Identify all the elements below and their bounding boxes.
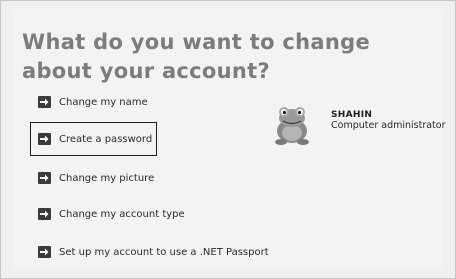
- arrow-right-icon: [38, 172, 51, 184]
- page-title: What do you want to change about your ac…: [22, 30, 371, 83]
- task-label: Set up my account to use a .NET Passport: [59, 246, 269, 258]
- task-label: Change my account type: [59, 208, 185, 220]
- frog-avatar-icon: [272, 104, 312, 146]
- task-create-password[interactable]: Create a password: [38, 131, 152, 147]
- arrow-right-icon: [38, 133, 51, 145]
- task-label: Change my picture: [59, 172, 155, 184]
- account-type-label: Computer administrator: [331, 120, 446, 131]
- task-label: Create a password: [59, 133, 153, 145]
- task-net-passport[interactable]: Set up my account to use a .NET Passport: [38, 244, 269, 260]
- task-label: Change my name: [59, 96, 148, 108]
- task-change-name[interactable]: Change my name: [38, 94, 148, 110]
- arrow-right-icon: [38, 208, 51, 220]
- arrow-right-icon: [38, 96, 51, 108]
- task-change-picture[interactable]: Change my picture: [38, 170, 154, 186]
- arrow-right-icon: [38, 246, 51, 258]
- account-name: SHAHIN: [331, 110, 373, 120]
- task-change-account-type[interactable]: Change my account type: [38, 206, 185, 222]
